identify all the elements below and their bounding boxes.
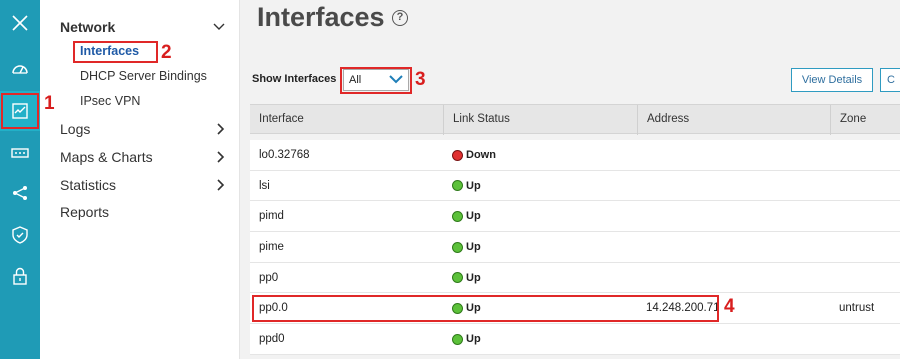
- table-row[interactable]: lsi Up: [250, 170, 900, 202]
- security-button[interactable]: [0, 215, 40, 255]
- annotation-box: [340, 67, 412, 94]
- cell-zone: [830, 232, 900, 262]
- dashboard-button[interactable]: [0, 48, 40, 88]
- close-menu-button[interactable]: [0, 3, 40, 43]
- cell-interface: pimd: [259, 210, 284, 223]
- status-text: Up: [466, 179, 481, 192]
- cell-interface: lsi: [259, 179, 270, 192]
- status-up-icon: [452, 333, 463, 345]
- chevron-right-icon: [217, 123, 225, 135]
- status-down-icon: [452, 149, 463, 161]
- status-up-icon: [452, 210, 463, 222]
- table-row[interactable]: pp0 Up: [250, 262, 900, 294]
- annotation-number: 1: [44, 93, 55, 114]
- cell-link-status: Up: [443, 232, 637, 262]
- cell-zone: [830, 324, 900, 354]
- cell-address: [637, 140, 830, 170]
- cell-interface: ppd0: [259, 333, 285, 346]
- chevron-down-icon: [213, 23, 225, 30]
- column-header-interface[interactable]: Interface: [250, 105, 443, 135]
- status-text: Up: [466, 271, 481, 284]
- network-share-icon: [13, 186, 27, 200]
- device-button[interactable]: [0, 133, 40, 173]
- nav-statistics[interactable]: Statistics: [60, 177, 225, 193]
- nav-maps-charts[interactable]: Maps & Charts: [60, 149, 225, 165]
- column-header-address[interactable]: Address: [637, 105, 830, 135]
- status-text: Up: [466, 210, 481, 223]
- table-row[interactable]: ppd0 Up: [250, 324, 900, 355]
- cell-zone: [830, 263, 900, 293]
- cell-link-status: Up: [443, 201, 637, 231]
- cell-link-status: Up: [443, 171, 637, 201]
- cell-address: [637, 232, 830, 262]
- table-row[interactable]: pimd Up: [250, 201, 900, 233]
- column-header-link-status[interactable]: Link Status: [443, 105, 637, 135]
- cell-interface: lo0.32768: [259, 149, 310, 161]
- help-icon[interactable]: ?: [392, 10, 408, 26]
- show-interfaces-label: Show Interfaces: [252, 73, 337, 85]
- status-text: Down: [466, 149, 496, 161]
- annotation-box: [252, 295, 719, 322]
- chevron-right-icon: [217, 179, 225, 191]
- annotation-box: [1, 93, 39, 129]
- cell-zone: [830, 140, 900, 170]
- nav-reports[interactable]: Reports: [60, 204, 225, 220]
- page-title: Interfaces: [257, 2, 385, 32]
- cell-zone: [830, 171, 900, 201]
- table-header: Interface Link Status Address Zone: [250, 104, 900, 135]
- status-up-icon: [452, 272, 463, 284]
- nav-logs-label: Logs: [60, 121, 91, 137]
- status-up-icon: [452, 180, 463, 192]
- security-shield-icon: [12, 226, 28, 244]
- network-share-button[interactable]: [0, 173, 40, 213]
- status-text: Up: [466, 241, 481, 254]
- table-row[interactable]: lo0.32768 Down: [250, 140, 900, 171]
- cell-address: [637, 263, 830, 293]
- status-up-icon: [452, 241, 463, 253]
- table-row[interactable]: pime Up: [250, 232, 900, 263]
- annotation-number: 3: [415, 69, 426, 90]
- cell-link-status: Up: [443, 263, 637, 293]
- cell-address: [637, 201, 830, 231]
- nav-reports-label: Reports: [60, 204, 110, 220]
- lock-icon: [13, 267, 27, 285]
- cell-link-status: Down: [443, 140, 637, 170]
- nav-network[interactable]: Network: [60, 19, 225, 35]
- column-header-zone[interactable]: Zone: [830, 105, 900, 135]
- status-text: Up: [466, 333, 481, 346]
- lock-button[interactable]: [0, 256, 40, 296]
- cell-link-status: Up: [443, 324, 637, 354]
- nav-item-dhcp[interactable]: DHCP Server Bindings: [80, 69, 207, 83]
- cell-interface: pp0: [259, 271, 279, 284]
- cell-interface: pime: [259, 241, 284, 254]
- view-details-button[interactable]: View Details: [791, 68, 873, 92]
- nav-maps-label: Maps & Charts: [60, 149, 153, 165]
- nav-network-label: Network: [60, 19, 116, 35]
- chevron-right-icon: [217, 151, 225, 163]
- device-icon: [11, 148, 29, 158]
- close-icon: [12, 15, 28, 31]
- next-button[interactable]: C: [880, 68, 900, 92]
- nav-item-ipsec[interactable]: IPsec VPN: [80, 94, 140, 108]
- annotation-number: 4: [724, 296, 735, 317]
- cell-address: [637, 324, 830, 354]
- cell-zone: untrust: [839, 302, 875, 315]
- cell-address: [637, 171, 830, 201]
- dashboard-icon: [12, 65, 28, 74]
- table-body: lo0.32768 Down lsi Up pimd Up pime Up pp0 Up pp0.0…: [250, 140, 900, 355]
- annotation-number: 2: [161, 42, 172, 63]
- annotation-box: [73, 41, 158, 63]
- icon-rail: [0, 0, 40, 359]
- nav-statistics-label: Statistics: [60, 177, 117, 193]
- nav-logs[interactable]: Logs: [60, 121, 225, 137]
- cell-zone: [830, 201, 900, 231]
